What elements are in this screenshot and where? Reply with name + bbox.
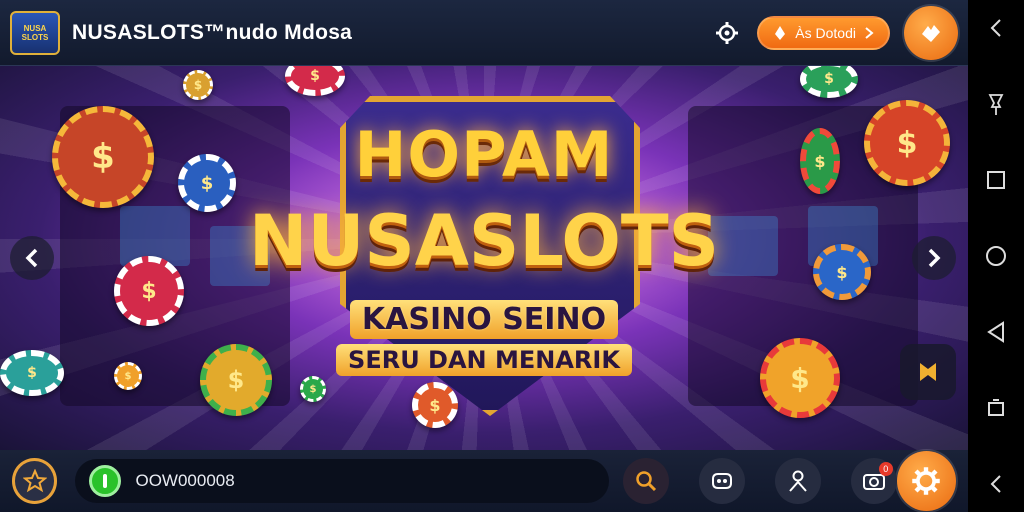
pin-icon xyxy=(988,94,1004,115)
chip-icon: $ xyxy=(52,106,154,208)
gear-icon xyxy=(716,21,739,44)
hand-icon xyxy=(922,24,940,42)
status-indicator-icon xyxy=(89,465,122,497)
chevron-right-icon xyxy=(928,248,941,268)
chip-icon: $ xyxy=(813,244,871,300)
games-button[interactable] xyxy=(698,458,745,504)
chip-icon: $ xyxy=(178,154,236,212)
square-icon xyxy=(987,171,1005,189)
rotate-icon xyxy=(988,399,1004,416)
carousel-next-button[interactable] xyxy=(912,236,956,280)
search-icon xyxy=(636,471,656,492)
profile-button[interactable] xyxy=(774,458,821,504)
chip-icon: $ xyxy=(800,128,840,194)
chip-icon: $ xyxy=(0,350,64,396)
chip-icon: $ xyxy=(300,376,326,402)
chip-icon: $ xyxy=(200,344,272,416)
chip-icon: $ xyxy=(114,362,142,390)
camera-button[interactable]: 0 xyxy=(850,458,897,504)
rotate-button[interactable] xyxy=(980,392,1012,424)
balance-button[interactable]: Às Dotodi xyxy=(757,15,890,50)
bookmark-icon xyxy=(920,363,936,381)
coin-icon xyxy=(775,25,786,40)
notification-badge: 0 xyxy=(878,462,893,476)
pin-button[interactable] xyxy=(980,88,1012,120)
balance-label: Às Dotodi xyxy=(795,24,856,41)
code-input[interactable]: OOW000008 xyxy=(75,459,609,503)
user-icon xyxy=(789,470,807,492)
chevron-left-icon xyxy=(990,19,1001,37)
brand-logo[interactable]: NUSA SLOTS xyxy=(10,10,60,55)
side-action-button[interactable] xyxy=(900,344,956,400)
system-back-top-button[interactable] xyxy=(980,12,1012,44)
gamepad-icon xyxy=(711,473,732,489)
system-back-bottom-button[interactable] xyxy=(980,468,1012,500)
bottom-bar: OOW000008 0 xyxy=(0,450,968,512)
recents-button[interactable] xyxy=(980,164,1012,196)
settings-button[interactable] xyxy=(711,17,743,49)
carousel-prev-button[interactable] xyxy=(10,236,54,280)
menu-button[interactable] xyxy=(904,5,958,60)
arrow-icon xyxy=(865,26,874,39)
chevron-left-icon xyxy=(25,248,38,268)
hero-banner[interactable]: HOPAM NUSASLOTS KASINO SEINO SERU DAN ME… xyxy=(0,66,968,450)
system-nav-bar xyxy=(968,0,1024,512)
back-button[interactable] xyxy=(980,316,1012,348)
logo-text: NUSA SLOTS xyxy=(21,23,49,42)
search-button[interactable] xyxy=(622,458,669,504)
code-value: OOW000008 xyxy=(135,471,235,490)
chip-icon: $ xyxy=(760,338,840,418)
chevron-left-icon xyxy=(990,475,1001,493)
app-title: NUSASLOTS™nudo Mdosa xyxy=(72,20,353,44)
star-icon xyxy=(22,469,47,493)
gear-icon xyxy=(912,467,941,495)
settings-fab-button[interactable] xyxy=(896,451,957,511)
circle-icon xyxy=(986,246,1006,266)
chip-icon: $ xyxy=(114,256,184,326)
chip-icon: $ xyxy=(183,70,213,100)
chip-icon: $ xyxy=(412,382,458,428)
top-bar: NUSA SLOTS NUSASLOTS™nudo Mdosa Às Dotod… xyxy=(0,0,968,66)
favorites-button[interactable] xyxy=(12,458,58,504)
chip-icon: $ xyxy=(864,100,950,186)
triangle-back-icon xyxy=(987,321,1004,343)
home-button[interactable] xyxy=(980,240,1012,272)
